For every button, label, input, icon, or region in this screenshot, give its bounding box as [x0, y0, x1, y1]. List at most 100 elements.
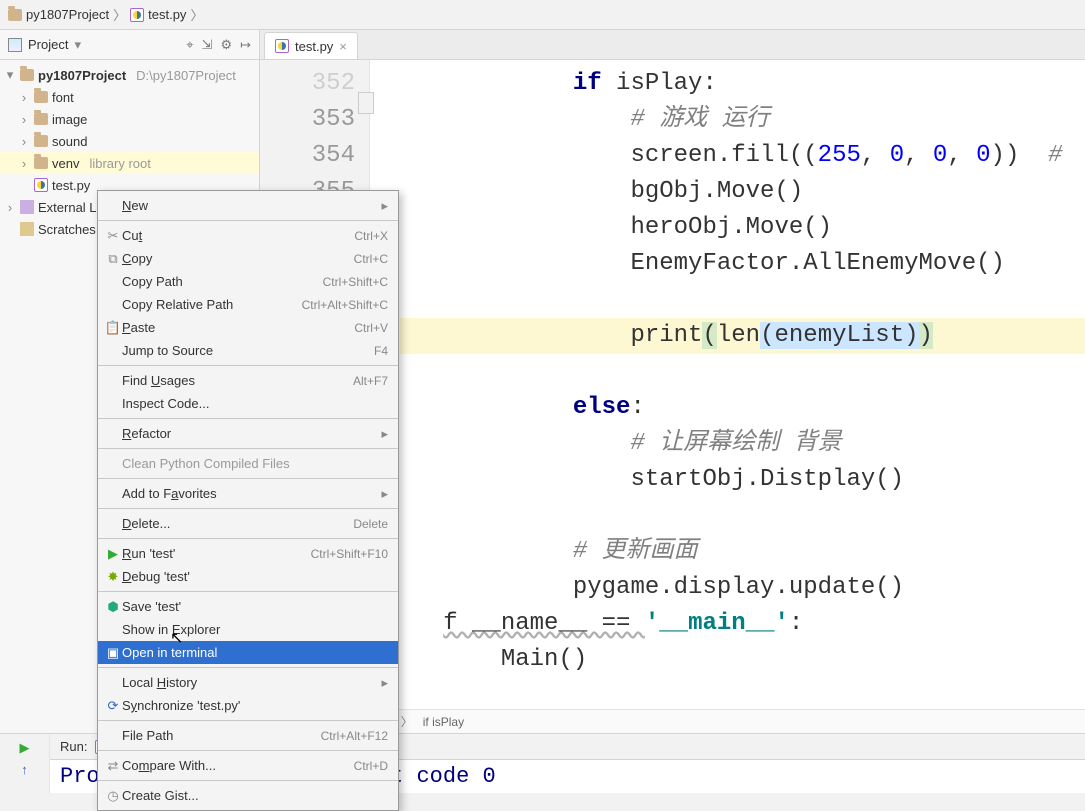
project-toolbar: Project ▾ ⌖ ⇲ ⚙ ↦: [0, 30, 259, 60]
tree-root-path: D:\py1807Project: [136, 68, 236, 83]
code-number: 0: [976, 142, 990, 169]
ctx-run[interactable]: ▶Run 'test'Ctrl+Shift+F10: [98, 542, 398, 565]
run-toolbar: ▶ ↑: [0, 734, 50, 793]
folder-icon: [34, 113, 48, 125]
dropdown-icon[interactable]: ▾: [74, 37, 81, 53]
code-text: ,: [947, 142, 976, 169]
code-text: )): [991, 142, 1049, 169]
ctx-copy-rel-path[interactable]: Copy Relative PathCtrl+Alt+Shift+C: [98, 293, 398, 316]
ctx-debug[interactable]: ✸Debug 'test': [98, 565, 398, 588]
code-text: :: [789, 610, 803, 637]
editor-bc-item[interactable]: if isPlay: [423, 715, 464, 729]
ctx-synchronize[interactable]: ⟳Synchronize 'test.py': [98, 694, 398, 717]
ctx-save[interactable]: ⬢Save 'test': [98, 595, 398, 618]
shortcut: Ctrl+V: [354, 321, 388, 335]
scissors-icon: ✂: [104, 228, 122, 244]
shortcut: F4: [374, 344, 388, 358]
tree-dir-font[interactable]: › font: [0, 86, 259, 108]
tree-venv-label: venv: [52, 156, 79, 171]
ctx-inspect-code[interactable]: Inspect Code...: [98, 392, 398, 415]
code-number: 255: [818, 142, 861, 169]
run-label: Run:: [60, 739, 87, 754]
ctx-copy-path[interactable]: Copy PathCtrl+Shift+C: [98, 270, 398, 293]
ctx-label: Inspect Code...: [122, 396, 388, 411]
code-text: bgObj.Move(): [630, 178, 803, 205]
tree-dir-sound[interactable]: › sound: [0, 130, 259, 152]
chevron-right-icon: ›: [18, 112, 30, 127]
terminal-icon: ▣: [104, 645, 122, 661]
gear-icon[interactable]: ⚙: [220, 37, 232, 53]
breadcrumb-file[interactable]: test.py: [130, 7, 186, 22]
ctx-open-terminal[interactable]: ▣Open in terminal: [98, 641, 398, 664]
collapse-icon[interactable]: ⇲: [202, 37, 213, 53]
tree-dir-image[interactable]: › image: [0, 108, 259, 130]
code-bracket: ): [919, 322, 933, 349]
code-comment: #: [1048, 142, 1062, 169]
ctx-show-explorer[interactable]: Show in Explorer: [98, 618, 398, 641]
folder-icon: [34, 157, 48, 169]
separator: [98, 478, 398, 479]
gutter-line-number: 353: [260, 102, 355, 138]
code-editor[interactable]: if isPlay: # 游戏 运行 screen.fill((255, 0, …: [370, 60, 1085, 709]
ctx-label: Create Gist...: [122, 788, 388, 803]
separator: [98, 220, 398, 221]
code-text: Main(): [501, 646, 587, 673]
code-text: EnemyFactor.AllEnemyMove(): [630, 250, 1004, 277]
ctx-paste[interactable]: 📋PasteCtrl+V: [98, 316, 398, 339]
separator: [98, 538, 398, 539]
ctx-file-path[interactable]: File PathCtrl+Alt+F12: [98, 724, 398, 747]
ctx-compare-with[interactable]: ⇄Compare With...Ctrl+D: [98, 754, 398, 777]
breadcrumb: py1807Project 〉 test.py 〉: [0, 0, 1085, 30]
ctx-add-favorites[interactable]: Add to Favorites▸: [98, 482, 398, 505]
breadcrumb-project[interactable]: py1807Project: [8, 7, 109, 22]
code-text: heroObj.Move(): [630, 214, 832, 241]
tree-dir-label: image: [52, 112, 87, 127]
tree-dir-label: sound: [52, 134, 87, 149]
ctx-new[interactable]: New▸: [98, 194, 398, 217]
ctx-find-usages[interactable]: Find UsagesAlt+F7: [98, 369, 398, 392]
ctx-cut[interactable]: ✂CutCtrl+X: [98, 224, 398, 247]
separator: [98, 720, 398, 721]
editor-tab-testpy[interactable]: test.py ×: [264, 32, 358, 59]
tree-root[interactable]: ▾ py1807Project D:\py1807Project: [0, 64, 259, 86]
sync-icon: ⟳: [104, 698, 122, 714]
code-bracket: (: [702, 322, 716, 349]
close-icon[interactable]: ×: [339, 39, 347, 54]
ctx-label: Jump to Source: [122, 343, 374, 358]
project-toolbar-label: Project: [28, 37, 68, 52]
chevron-right-icon: 〉: [113, 5, 126, 24]
shortcut: Ctrl+X: [354, 229, 388, 243]
code-number: 0: [933, 142, 947, 169]
shortcut: Alt+F7: [353, 374, 388, 388]
hide-icon[interactable]: ↦: [240, 37, 251, 53]
clipboard-icon: 📋: [104, 320, 122, 336]
folder-icon: [8, 9, 22, 21]
chevron-right-icon: ›: [4, 200, 16, 215]
ctx-copy[interactable]: ⧉CopyCtrl+C: [98, 247, 398, 270]
folder-icon: [34, 91, 48, 103]
ctx-delete[interactable]: Delete...Delete: [98, 512, 398, 535]
tree-venv-note: library root: [89, 156, 150, 171]
gutter-line-number: 352: [260, 66, 355, 102]
ctx-local-history[interactable]: Local History▸: [98, 671, 398, 694]
code-comment: # 让屏幕绘制 背景: [630, 430, 841, 457]
github-icon: ◷: [104, 788, 122, 804]
folder-icon: [20, 69, 34, 81]
arrow-up-icon[interactable]: ↑: [21, 762, 28, 777]
code-text: len: [717, 322, 760, 349]
shortcut: Delete: [353, 517, 388, 531]
ctx-create-gist[interactable]: ◷Create Gist...: [98, 784, 398, 807]
ctx-clean-pyc: Clean Python Compiled Files: [98, 452, 398, 475]
code-string: '__main__': [645, 610, 789, 637]
folder-icon: [34, 135, 48, 147]
chevron-right-icon: ›: [18, 156, 30, 171]
code-comment: # 游戏 运行: [630, 106, 769, 133]
tree-venv[interactable]: › venv library root: [0, 152, 259, 174]
play-icon[interactable]: ▶: [20, 740, 30, 756]
python-file-icon: [130, 8, 144, 22]
ctx-refactor[interactable]: Refactor▸: [98, 422, 398, 445]
shortcut: Ctrl+Alt+Shift+C: [302, 298, 388, 312]
ctx-jump-source[interactable]: Jump to SourceF4: [98, 339, 398, 362]
code-comment: # 更新画面: [573, 538, 698, 565]
target-icon[interactable]: ⌖: [186, 37, 193, 53]
